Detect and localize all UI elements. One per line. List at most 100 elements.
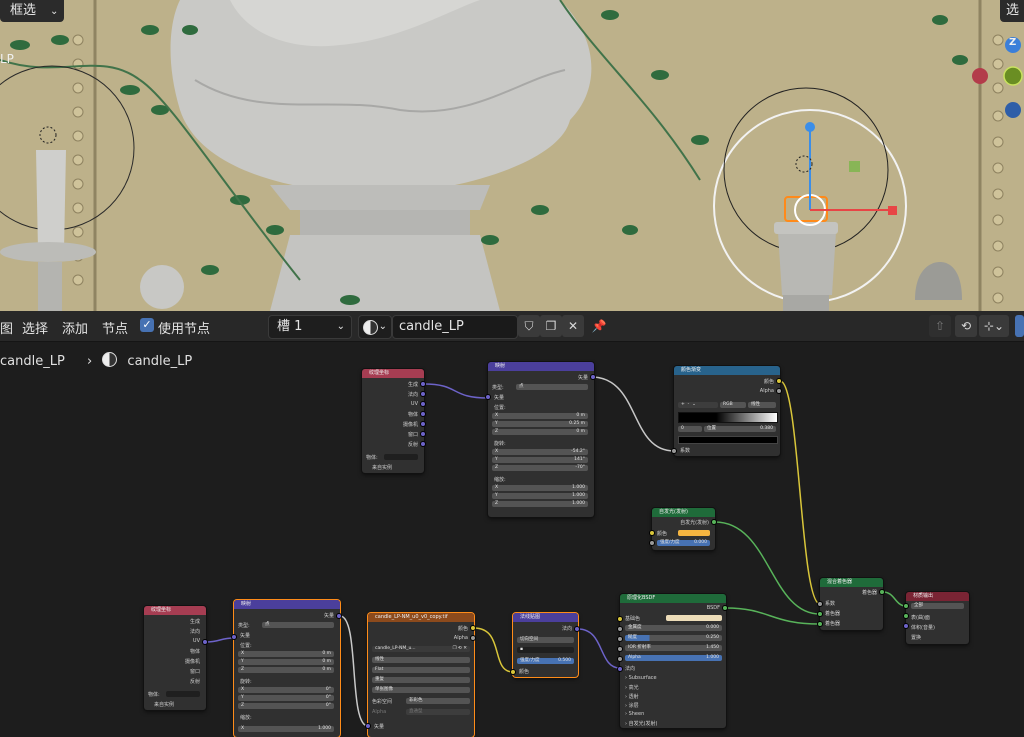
- scale-x[interactable]: X 1.000: [492, 485, 588, 491]
- select-mode-dropdown[interactable]: 框选 ⌄: [0, 0, 65, 22]
- target-dropdown[interactable]: 全部: [911, 603, 964, 609]
- menu-node[interactable]: 节点: [102, 318, 128, 337]
- pin-icon[interactable]: 📌: [588, 315, 610, 337]
- rotation-z[interactable]: Z 0°: [238, 703, 334, 709]
- object-field[interactable]: [384, 454, 418, 460]
- socket[interactable]: [336, 613, 342, 619]
- socket[interactable]: [510, 669, 516, 675]
- from-instancer-checkbox[interactable]: 来自实例: [372, 464, 392, 471]
- node-texture-coordinate-top[interactable]: 纹理坐标 生成 法向 UV 物体 摄像机 窗口 反射 物体: 来自实例: [362, 369, 424, 473]
- socket[interactable]: [365, 723, 371, 729]
- socket[interactable]: [574, 626, 580, 632]
- 3d-viewport[interactable]: 框选 ⌄ 选 LP Z: [0, 0, 1024, 311]
- type-dropdown[interactable]: 点: [516, 384, 588, 390]
- parent-node-tree-icon[interactable]: ⇧: [929, 315, 951, 337]
- socket[interactable]: [420, 381, 426, 387]
- socket[interactable]: [903, 623, 909, 629]
- base-color-swatch[interactable]: [666, 615, 722, 621]
- ramp-stop-index[interactable]: 0: [678, 426, 702, 432]
- socket[interactable]: [590, 374, 596, 380]
- image-selector[interactable]: candle_LP-NM_u... ❐ ⟲ ✕: [372, 646, 470, 652]
- ior-field[interactable]: IOR 折射率 1.450: [625, 645, 722, 651]
- panel-sheen[interactable]: › Sheen: [625, 711, 644, 717]
- socket[interactable]: [617, 626, 623, 632]
- socket[interactable]: [420, 441, 426, 447]
- socket[interactable]: [776, 378, 782, 384]
- node-image-texture[interactable]: candle_LP-NM_u0_v0_copy.tif 颜色 Alpha can…: [368, 613, 474, 737]
- alpha-field[interactable]: Alpha 1.000: [625, 655, 722, 661]
- panel-transmission[interactable]: › 透射: [625, 693, 639, 700]
- socket[interactable]: [649, 530, 655, 536]
- projection-dropdown[interactable]: Flat: [372, 667, 470, 673]
- socket[interactable]: [420, 391, 426, 397]
- scale-y[interactable]: Y 1.000: [492, 493, 588, 499]
- socket[interactable]: [903, 613, 909, 619]
- duplicate-material-icon[interactable]: ❐: [540, 315, 562, 337]
- source-dropdown[interactable]: 单张图像: [372, 687, 470, 693]
- normal-strength-field[interactable]: 强度/力度 0.500: [517, 658, 574, 664]
- overlay-toggle[interactable]: [1015, 315, 1024, 337]
- emission-color-swatch[interactable]: [678, 530, 710, 536]
- snap-target-dropdown[interactable]: ⊹⌄: [979, 315, 1009, 337]
- node-normal-map[interactable]: 法线贴图 法向 切向空间 ▪ 强度/力度 0.500 颜色: [513, 613, 578, 677]
- right-toolbar-button[interactable]: 选: [1000, 0, 1024, 22]
- socket[interactable]: [420, 401, 426, 407]
- location-x[interactable]: X 0 m: [492, 413, 588, 419]
- socket[interactable]: [617, 656, 623, 662]
- color-ramp-gradient[interactable]: [678, 412, 778, 423]
- alpha-mode-dropdown[interactable]: 直通型: [406, 709, 470, 715]
- panel-specular[interactable]: › 高光: [625, 684, 639, 691]
- location-y[interactable]: Y 0.25 m: [492, 421, 588, 427]
- node-mapping-top[interactable]: 映射 矢量 类型: 点 矢量 位置: X 0 m Y 0.25 m Z 0 m 旋转:…: [488, 362, 594, 517]
- socket[interactable]: [722, 605, 728, 611]
- ramp-stop-position[interactable]: 位置 0.380: [704, 426, 776, 432]
- socket[interactable]: [649, 540, 655, 546]
- socket[interactable]: [470, 635, 476, 641]
- emission-strength-field[interactable]: 强度/力度 0.000: [657, 540, 710, 546]
- socket[interactable]: [420, 431, 426, 437]
- socket[interactable]: [879, 589, 885, 595]
- interpolation-dropdown[interactable]: 线性: [372, 657, 470, 663]
- metallic-field[interactable]: 金属度 0.000: [625, 625, 722, 631]
- material-name-field[interactable]: candle_LP: [392, 315, 518, 339]
- node-emission[interactable]: 自发光(发射) 自发光(发射) 颜色 强度/力度 0.000: [652, 508, 715, 550]
- socket[interactable]: [617, 646, 623, 652]
- gizmo-z-label[interactable]: Z: [1009, 37, 1016, 48]
- socket[interactable]: [420, 421, 426, 427]
- socket[interactable]: [202, 639, 208, 645]
- menu-view[interactable]: 图: [0, 318, 13, 337]
- material-browse-button[interactable]: ⌄: [358, 315, 392, 339]
- rotation-x[interactable]: X -54.2°: [492, 449, 588, 455]
- rotation-y[interactable]: Y 141°: [492, 457, 588, 463]
- socket[interactable]: [817, 621, 823, 627]
- extension-dropdown[interactable]: 重复: [372, 677, 470, 683]
- ramp-add-remove[interactable]: + - ⌄: [678, 402, 718, 408]
- snap-icon[interactable]: ⟲: [955, 315, 977, 337]
- ramp-interpolation[interactable]: 线性: [748, 402, 776, 408]
- node-principled-bsdf[interactable]: 原理化BSDF BSDF 基础色 金属度 0.000 糙度 0.250 IOR 折射…: [620, 594, 726, 728]
- type-dropdown[interactable]: 点: [262, 622, 334, 628]
- scale-z[interactable]: Z 1.000: [492, 501, 588, 507]
- socket[interactable]: [617, 636, 623, 642]
- ramp-color-mode[interactable]: RGB: [720, 402, 746, 408]
- socket[interactable]: [617, 666, 623, 672]
- use-nodes-checkbox[interactable]: ✓: [140, 318, 154, 332]
- space-dropdown[interactable]: 切向空间: [517, 637, 574, 643]
- from-instancer-checkbox[interactable]: 来自实例: [154, 701, 174, 708]
- location-y[interactable]: Y 0 m: [238, 659, 334, 665]
- menu-add[interactable]: 添加: [62, 318, 88, 337]
- socket[interactable]: [470, 625, 476, 631]
- socket[interactable]: [617, 616, 623, 622]
- rotation-x[interactable]: X 0°: [238, 687, 334, 693]
- location-z[interactable]: Z 0 m: [492, 429, 588, 435]
- socket[interactable]: [671, 448, 677, 454]
- rotation-z[interactable]: Z -70°: [492, 465, 588, 471]
- colorspace-dropdown[interactable]: 非彩色: [406, 698, 470, 704]
- socket[interactable]: [420, 411, 426, 417]
- rotation-y[interactable]: Y 0°: [238, 695, 334, 701]
- location-x[interactable]: X 0 m: [238, 651, 334, 657]
- node-material-output[interactable]: 材质输出 全部 表(曲)面 体积(音量) 置换: [906, 592, 969, 644]
- unlink-close-icon[interactable]: ✕: [562, 315, 584, 337]
- object-field[interactable]: [166, 691, 200, 697]
- node-mix-shader[interactable]: 混合着色器 着色器 系数 着色器 着色器: [820, 578, 883, 630]
